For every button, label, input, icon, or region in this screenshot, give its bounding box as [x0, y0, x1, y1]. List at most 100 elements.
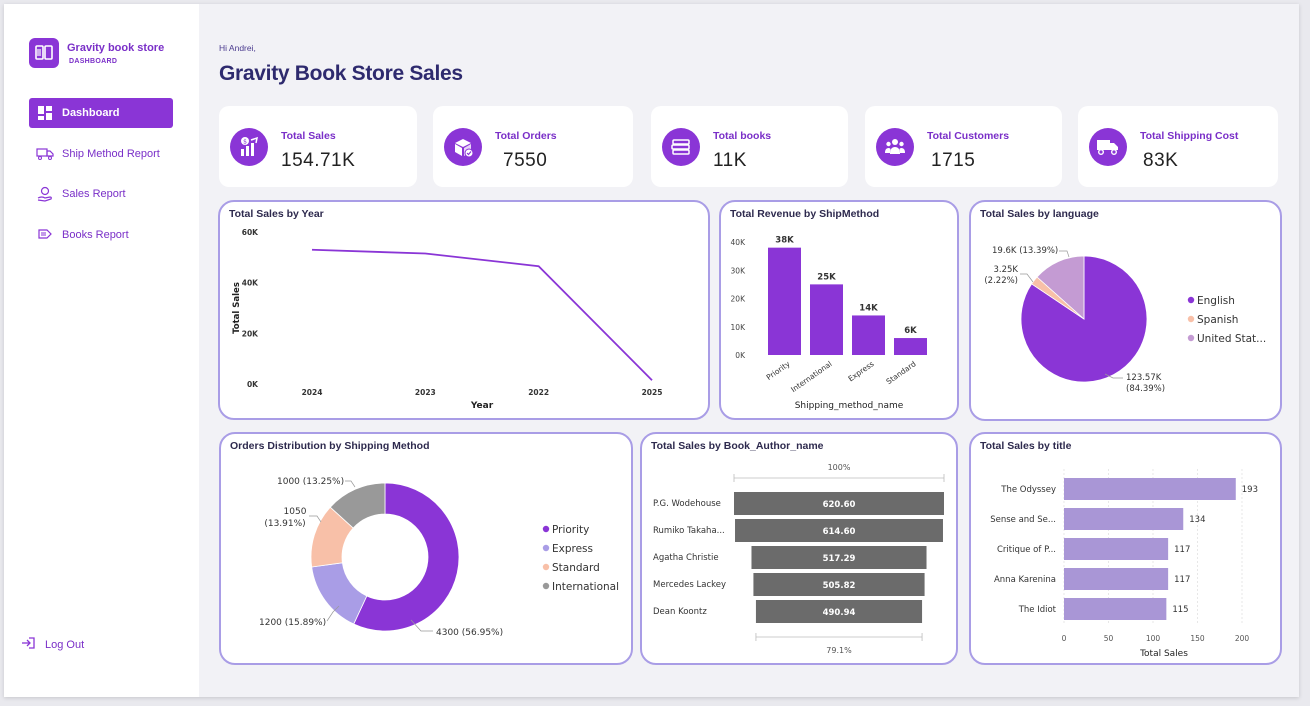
sidebar-nav: Dashboard Ship Method Report Sales Repor… [29, 98, 173, 260]
hand-money-icon [36, 186, 54, 202]
data-label: 517.29 [823, 554, 856, 564]
legend-marker [1187, 296, 1195, 304]
x-tick-label: 0 [1062, 634, 1067, 643]
kpi-total-customers: Total Customers 1715 [865, 106, 1062, 187]
bar [1064, 568, 1169, 590]
card-revenue-by-shipmethod: Total Revenue by ShipMethod 0K 10K 20K 30K 4… [719, 200, 959, 420]
x-tick-label: 200 [1235, 634, 1250, 643]
x-tick-label: 150 [1190, 634, 1205, 643]
sidebar-item-label: Books Report [62, 228, 129, 241]
kpi-label: Total Sales [281, 130, 336, 142]
x-tick-label: Express [846, 359, 875, 383]
x-tick-label: 2023 [415, 388, 436, 397]
bar [810, 284, 843, 355]
data-label: 3.25K [994, 265, 1019, 275]
svg-text:$: $ [243, 139, 247, 146]
data-label: (13.91%) [264, 519, 305, 529]
legend-marker [1187, 315, 1195, 323]
shipping-truck-icon [1089, 128, 1127, 166]
customers-icon [876, 128, 914, 166]
brand-title: Gravity book store [67, 41, 165, 54]
x-tick-label: 50 [1104, 634, 1114, 643]
legend-label: English [1197, 295, 1235, 307]
y-tick-label: 20K [242, 329, 259, 338]
data-label: (84.39%) [1126, 384, 1165, 394]
sidebar-item-dashboard[interactable]: Dashboard [29, 98, 173, 128]
pie-chart: 123.57K(84.39%) 3.25K(2.22%) 19.6K (13.39%… [984, 246, 1266, 394]
logout-button[interactable]: Log Out [21, 637, 84, 652]
books-icon [36, 227, 54, 243]
data-label: 38K [775, 236, 794, 246]
truck-icon [36, 146, 54, 162]
bar [1064, 478, 1236, 500]
kpi-value: 7550 [503, 150, 548, 171]
y-tick-label: 10K [731, 323, 747, 332]
legend-label: Spanish [1197, 314, 1238, 326]
legend-marker [542, 525, 550, 533]
leader-line [1059, 250, 1070, 258]
data-label: 115 [1172, 605, 1188, 615]
y-tick-label: 0K [247, 380, 259, 389]
x-axis-label: Total Sales [1139, 649, 1188, 659]
data-label: 4300 (56.95%) [436, 628, 503, 638]
x-tick-label: 2024 [302, 388, 323, 397]
sales-chart-icon: $ [230, 128, 268, 166]
y-tick-label: 40K [731, 238, 747, 247]
donut-chart: 4300 (56.95%) 1200 (15.89%) 1050 (13.91%) 10… [259, 477, 619, 638]
data-label: 1050 [284, 507, 307, 517]
legend-marker [542, 563, 550, 571]
funnel-chart: 100% 620.60 P.G. Wodehouse 614.60 Rumiko Tak… [653, 463, 945, 655]
legend-marker [542, 582, 550, 590]
card-sales-by-author: Total Sales by Book_Author_name 100% 620.… [640, 432, 958, 665]
kpi-label: Total Shipping Cost [1140, 130, 1239, 142]
category-label: Dean Koontz [653, 607, 707, 617]
dashboard-icon [36, 105, 54, 121]
data-label: 614.60 [823, 527, 856, 537]
x-axis-label: Year [470, 401, 494, 411]
legend-marker [1187, 334, 1195, 342]
sidebar: Gravity book store DASHBOARD Dashboard S… [4, 4, 199, 697]
sidebar-item-label: Dashboard [62, 107, 120, 119]
x-tick-label: 100 [1146, 634, 1161, 643]
kpi-label: Total Orders [495, 130, 557, 142]
data-label: 117 [1174, 545, 1190, 555]
leader-line [309, 515, 322, 523]
category-label: Agatha Christie [653, 553, 719, 563]
x-tick-label: International [789, 359, 833, 394]
y-tick-label: 40K [242, 279, 259, 288]
card-sales-by-year: Total Sales by Year 0K 20K 40K 60K 2024 2023 2… [218, 200, 710, 420]
category-label: Anna Karenina [994, 575, 1056, 585]
x-tick-label: Priority [765, 359, 792, 382]
bar [1064, 538, 1169, 560]
data-label: 123.57K [1126, 373, 1162, 383]
sidebar-item-label: Sales Report [62, 188, 126, 200]
data-label: 490.94 [823, 608, 856, 618]
kpi-value: 1715 [931, 150, 976, 171]
kpi-total-orders: Total Orders 7550 [433, 106, 633, 187]
bar [894, 338, 927, 355]
bar [852, 315, 885, 355]
card-sales-by-language: Total Sales by language 123.57K (84.39%) 3… [969, 200, 1282, 421]
greeting: Hi Andrei, [219, 43, 256, 53]
data-label: 1200 (15.89%) [259, 618, 326, 628]
legend-label: Standard [552, 562, 600, 574]
kpi-label: Total books [713, 130, 772, 142]
category-label: Sense and Se... [990, 515, 1056, 525]
app-window: Gravity book store DASHBOARD Dashboard S… [4, 4, 1299, 697]
kpi-value: 154.71K [281, 150, 356, 171]
category-label: Critique of P... [997, 545, 1056, 555]
y-tick-label: 0K [735, 351, 746, 360]
sidebar-item-sales-report[interactable]: Sales Report [29, 179, 173, 209]
percent-label: 100% [828, 463, 851, 472]
page-title: Gravity Book Store Sales [219, 62, 463, 85]
data-label: 25K [817, 272, 836, 282]
sidebar-item-books-report[interactable]: Books Report [29, 220, 173, 250]
data-label: (2.22%) [984, 276, 1018, 286]
data-label: 505.82 [823, 581, 856, 591]
percent-label: 79.1% [826, 646, 852, 655]
orders-box-icon [444, 128, 482, 166]
sidebar-item-ship-method-report[interactable]: Ship Method Report [29, 139, 173, 169]
leader-line [1020, 273, 1034, 283]
category-label: The Odyssey [1000, 485, 1056, 495]
kpi-total-shipping-cost: Total Shipping Cost 83K [1078, 106, 1278, 187]
